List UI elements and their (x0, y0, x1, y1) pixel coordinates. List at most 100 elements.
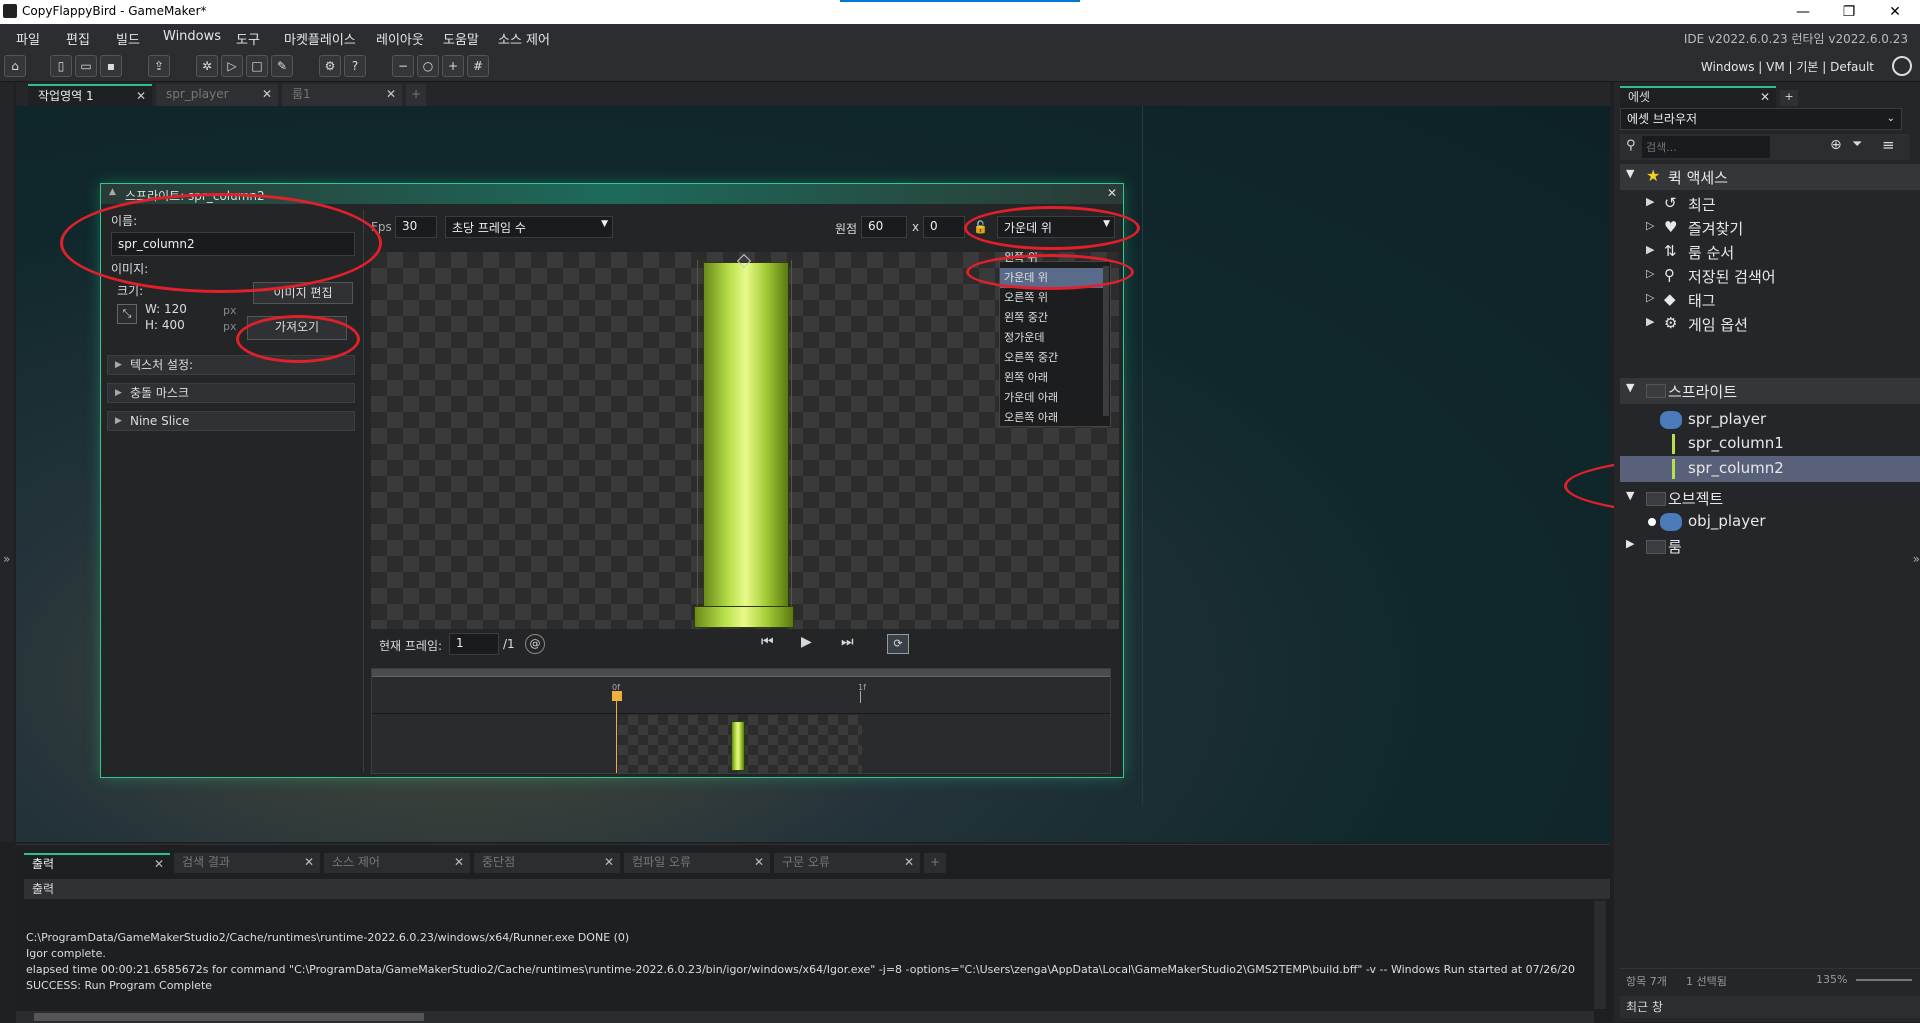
tab-syntax-errors[interactable]: 구문 오류 ✕ (774, 853, 920, 873)
origin-option-top-right[interactable]: 오른쪽 위 (1000, 288, 1108, 308)
skip-back-icon[interactable]: ⏮ (761, 634, 774, 650)
rooms-group-header[interactable]: ▶ 룸 (1620, 534, 1920, 558)
minimize-button[interactable]: — (1780, 0, 1826, 24)
current-frame-field[interactable]: 1 (449, 633, 499, 655)
save-icon[interactable]: ▪ (100, 55, 122, 77)
skip-forward-icon[interactable]: ⏭ (841, 634, 854, 650)
help-icon[interactable]: ? (344, 55, 366, 77)
home-icon[interactable]: ⌂ (4, 55, 26, 77)
origin-select[interactable]: 가운데 위 ▼ (997, 216, 1115, 238)
zoom-in-icon[interactable]: + (442, 55, 464, 77)
close-icon[interactable]: ✕ (1760, 88, 1770, 106)
quick-item-game-options[interactable]: ▶ ⚙ 게임 옵션 (1644, 312, 1914, 336)
resize-icon[interactable]: ⤡ (117, 304, 137, 324)
settings-gear-icon[interactable]: ⚙ (319, 55, 341, 77)
tab-search-results[interactable]: 검색 결과 ✕ (174, 853, 320, 873)
zoom-slider[interactable] (1856, 979, 1912, 981)
asset-spr-column1[interactable]: spr_column1 (1620, 432, 1920, 456)
tab-assets[interactable]: 에셋 ✕ (1620, 86, 1776, 108)
playhead-icon[interactable] (612, 691, 622, 701)
menu-help[interactable]: 도움말 (443, 29, 479, 48)
close-icon[interactable]: ✕ (904, 853, 914, 871)
fps-field[interactable]: 30 (395, 216, 437, 238)
target-selector[interactable]: Windows | VM | 기본 | Default (1701, 58, 1874, 75)
collapse-icon[interactable]: ▲ (109, 187, 116, 197)
output-horizontal-scrollbar[interactable] (16, 1011, 1594, 1023)
menu-layout[interactable]: 레이아웃 (376, 29, 424, 48)
quick-item-tags[interactable]: ▷ ◆ 태그 (1644, 288, 1914, 312)
tab-spr-player[interactable]: spr_player ✕ (156, 84, 278, 106)
close-icon[interactable]: ✕ (754, 853, 764, 871)
add-tab-button[interactable]: + (1780, 90, 1798, 106)
origin-option-middle-right[interactable]: 오른쪽 중간 (1000, 348, 1108, 368)
tab-room1[interactable]: 룸1 ✕ (282, 84, 402, 106)
edit-image-button[interactable]: 이미지 편집 (253, 282, 353, 304)
grid-icon[interactable]: # (467, 55, 489, 77)
asset-spr-column2[interactable]: spr_column2 (1620, 456, 1920, 482)
add-tab-button[interactable]: + (406, 84, 426, 106)
close-icon[interactable]: ✕ (1107, 186, 1117, 200)
origin-option-bottom-left[interactable]: 왼쪽 아래 (1000, 368, 1108, 388)
name-field[interactable]: spr_column2 (111, 232, 355, 256)
texture-settings-section[interactable]: ▶ 텍스처 설정: (107, 355, 355, 375)
quick-item-recent[interactable]: ▶ ↺ 최근 (1644, 192, 1914, 216)
open-folder-icon[interactable]: ▭ (75, 55, 97, 77)
add-tab-button[interactable]: + (924, 853, 946, 873)
fps-mode-select[interactable]: 초당 프레임 수 ▼ (445, 216, 613, 238)
origin-option-bottom-right[interactable]: 오른쪽 아래 (1000, 408, 1108, 428)
quick-access-header[interactable]: ▼ ★ 퀵 액세스 (1620, 164, 1920, 190)
origin-y-field[interactable]: 0 (923, 216, 965, 238)
menu-marketplace[interactable]: 마켓플레이스 (284, 29, 356, 48)
output-vertical-scrollbar[interactable] (1594, 901, 1606, 1009)
left-dock-edge[interactable]: » (0, 82, 14, 842)
package-icon[interactable]: ⇪ (148, 55, 170, 77)
timeline-scrollbar[interactable] (372, 669, 1110, 677)
menu-tools[interactable]: 도구 (236, 29, 260, 48)
origin-x-field[interactable]: 60 (861, 216, 907, 238)
collision-mask-section[interactable]: ▶ 충돌 마스크 (107, 383, 355, 403)
objects-group-header[interactable]: ▼ 오브젝트 (1620, 486, 1920, 510)
close-icon[interactable]: ✕ (304, 853, 314, 871)
quick-item-saved-searches[interactable]: ▷ ⚲ 저장된 검색어 (1644, 264, 1914, 288)
zoom-out-icon[interactable]: − (392, 55, 414, 77)
onion-skin-icon[interactable]: @ (525, 634, 545, 654)
sprites-group-header[interactable]: ▼ 스프라이트 (1620, 378, 1920, 404)
loop-icon[interactable]: ⟳ (887, 634, 909, 654)
menu-file[interactable]: 파일 (16, 29, 40, 48)
menu-icon[interactable]: ≡ (1882, 136, 1895, 154)
target-gear-icon[interactable] (1892, 56, 1912, 76)
expand-left-icon[interactable]: » (3, 552, 10, 566)
import-button[interactable]: 가져오기 (247, 316, 347, 340)
tab-compile-errors[interactable]: 컴파일 오류 ✕ (624, 853, 770, 873)
clean-icon[interactable]: ✎ (271, 55, 293, 77)
sprite-editor-header[interactable]: ▲ 스프라이트: spr_column2 ✕ (101, 184, 1123, 204)
run-icon[interactable]: ▷ (221, 55, 243, 77)
filter-icon[interactable]: ⏷ (1852, 137, 1862, 152)
origin-option-top-left[interactable]: 왼쪽 위 (1000, 252, 1108, 264)
quick-item-favorites[interactable]: ▷ ♥ 즐겨찾기 (1644, 216, 1914, 240)
menu-source-control[interactable]: 소스 제어 (498, 29, 550, 48)
close-icon[interactable]: ✕ (604, 853, 614, 871)
asset-browser-select[interactable]: 에셋 브라우저 ⌄ (1620, 108, 1902, 130)
close-icon[interactable]: ✕ (262, 84, 272, 104)
new-project-icon[interactable]: ▯ (50, 55, 72, 77)
recent-windows-bar[interactable]: 최근 창 (1620, 996, 1920, 1018)
stop-icon[interactable]: □ (246, 55, 268, 77)
asset-spr-player[interactable]: spr_player (1620, 408, 1920, 432)
origin-option-bottom-center[interactable]: 가운데 아래 (1000, 388, 1108, 408)
asset-obj-player[interactable]: obj_player (1620, 510, 1920, 534)
tab-output[interactable]: 출력 ✕ (24, 853, 170, 873)
debug-icon[interactable]: ✲ (196, 55, 218, 77)
origin-option-top-center[interactable]: 가운데 위 (1000, 268, 1108, 288)
close-icon[interactable]: ✕ (136, 86, 146, 106)
menu-build[interactable]: 빌드 (116, 29, 140, 48)
close-icon[interactable]: ✕ (154, 855, 164, 873)
add-asset-icon[interactable]: ⊕ (1830, 137, 1842, 153)
close-button[interactable]: ✕ (1872, 0, 1918, 24)
expand-right-icon[interactable]: » (1913, 552, 1920, 566)
tab-workspace-1[interactable]: 작업영역 1 ✕ (28, 84, 152, 106)
menu-windows[interactable]: Windows (163, 29, 221, 44)
menu-edit[interactable]: 편집 (66, 29, 90, 48)
close-icon[interactable]: ✕ (386, 84, 396, 104)
tab-breakpoints[interactable]: 중단점 ✕ (474, 853, 620, 873)
